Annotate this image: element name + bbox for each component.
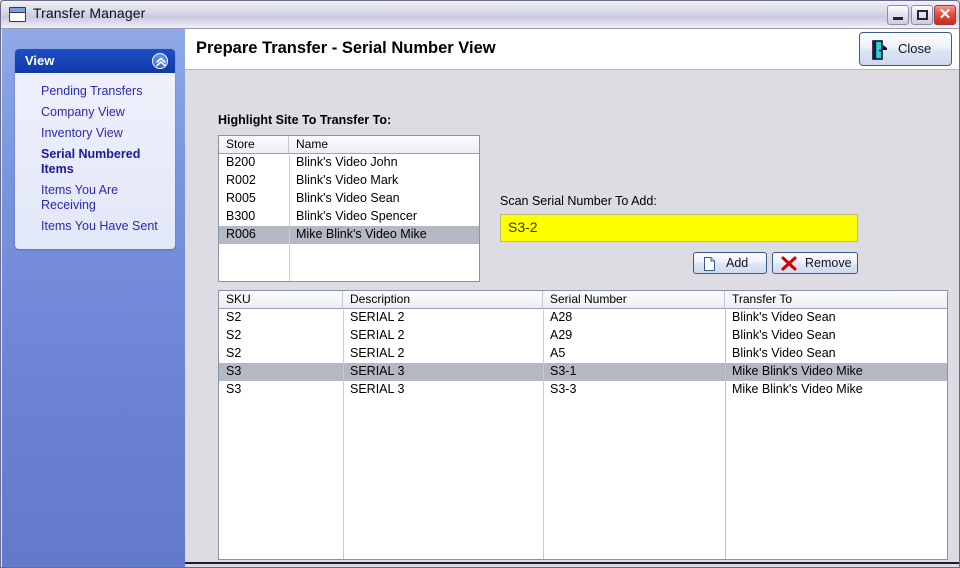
page-icon xyxy=(702,256,718,272)
maximize-icon xyxy=(917,10,928,20)
scan-serial-input[interactable]: S3-2 xyxy=(500,214,858,242)
close-button-label: Close xyxy=(898,41,932,56)
column-divider xyxy=(343,310,344,559)
column-divider xyxy=(289,155,290,281)
cell-description: SERIAL 2 xyxy=(350,310,405,324)
scan-serial-label: Scan Serial Number To Add: xyxy=(500,194,657,208)
serial-number-grid[interactable]: SKU Description Serial Number Transfer T… xyxy=(218,290,948,560)
page-title: Prepare Transfer - Serial Number View xyxy=(196,39,496,57)
cell-store: R006 xyxy=(226,227,256,241)
table-row[interactable]: S2 SERIAL 2 A5 Blink's Video Sean xyxy=(219,345,947,363)
grid-column-header-sku: SKU xyxy=(219,291,343,308)
cell-store: B200 xyxy=(226,155,256,169)
cell-serial: A29 xyxy=(550,328,573,342)
chevron-double-up-icon[interactable] xyxy=(152,53,168,69)
cell-serial: S3-1 xyxy=(550,364,577,378)
close-icon: ✕ xyxy=(938,6,952,23)
cell-transfer-to: Blink's Video Sean xyxy=(732,328,836,342)
content-area: Prepare Transfer - Serial Number View Cl… xyxy=(185,29,959,567)
remove-button-label: Remove xyxy=(805,256,852,270)
cell-description: SERIAL 2 xyxy=(350,346,405,360)
cell-store: R002 xyxy=(226,173,256,187)
grid-column-header-serial-number: Serial Number xyxy=(543,291,725,308)
grid-column-header-transfer-to: Transfer To xyxy=(732,292,793,306)
cell-sku: S2 xyxy=(226,310,242,324)
sidebar-item-company-view[interactable]: Company View xyxy=(15,102,175,123)
cell-transfer-to: Mike Blink's Video Mike xyxy=(732,382,863,396)
form-panel: Highlight Site To Transfer To: Store Nam… xyxy=(185,70,959,567)
add-button-label: Add xyxy=(726,256,749,270)
grid-header: SKU Description Serial Number Transfer T… xyxy=(219,291,947,309)
column-divider xyxy=(543,310,544,559)
title-bar: Transfer Manager ✕ xyxy=(1,1,959,29)
cell-name: Blink's Video Spencer xyxy=(296,209,417,223)
table-row-selected[interactable]: S3 SERIAL 3 S3-1 Mike Blink's Video Mike xyxy=(219,363,947,381)
sidebar-item-items-you-have-sent[interactable]: Items You Have Sent xyxy=(15,216,175,237)
remove-button[interactable]: Remove xyxy=(772,252,858,274)
cell-name: Blink's Video John xyxy=(296,155,398,169)
table-row[interactable]: S2 SERIAL 2 A28 Blink's Video Sean xyxy=(219,309,947,327)
store-table-header: Store Name xyxy=(219,136,479,154)
cell-sku: S2 xyxy=(226,346,242,360)
table-row[interactable]: R002 Blink's Video Mark xyxy=(219,172,479,190)
minimize-button[interactable] xyxy=(887,5,909,25)
cell-sku: S2 xyxy=(226,328,242,342)
grid-column-header-description: Description xyxy=(343,291,543,308)
window-title: Transfer Manager xyxy=(33,5,146,21)
sidebar-item-pending-transfers[interactable]: Pending Transfers xyxy=(15,81,175,102)
sidebar: View Pending Transfers Company View Inve… xyxy=(2,29,185,567)
cell-name: Mike Blink's Video Mike xyxy=(296,227,427,241)
view-panel-body: Pending Transfers Company View Inventory… xyxy=(15,73,175,249)
cell-store: R005 xyxy=(226,191,256,205)
sidebar-item-inventory-view[interactable]: Inventory View xyxy=(15,123,175,144)
minimize-icon xyxy=(893,17,903,20)
cell-transfer-to: Blink's Video Sean xyxy=(732,310,836,324)
view-panel-title: View xyxy=(25,53,55,68)
table-row[interactable]: B300 Blink's Video Spencer xyxy=(219,208,479,226)
store-column-header-store: Store xyxy=(219,136,289,153)
highlight-site-label: Highlight Site To Transfer To: xyxy=(218,113,392,127)
application-window: Transfer Manager ✕ View Pending Transfer… xyxy=(0,0,960,568)
table-row-selected[interactable]: R006 Mike Blink's Video Mike xyxy=(219,226,479,244)
cell-description: SERIAL 3 xyxy=(350,382,405,396)
cell-sku: S3 xyxy=(226,382,242,396)
sidebar-item-items-you-are-receiving[interactable]: Items You Are Receiving xyxy=(15,180,175,216)
cell-store: B300 xyxy=(226,209,256,223)
cell-name: Blink's Video Sean xyxy=(296,191,400,205)
maximize-button[interactable] xyxy=(911,5,933,25)
exit-door-icon xyxy=(870,40,889,60)
scan-serial-value: S3-2 xyxy=(508,219,538,235)
store-column-header-name: Name xyxy=(296,137,329,151)
cell-serial: A5 xyxy=(550,346,566,360)
table-row[interactable]: B200 Blink's Video John xyxy=(219,154,479,172)
column-divider xyxy=(725,310,726,559)
cell-name: Blink's Video Mark xyxy=(296,173,399,187)
panel-bottom-border xyxy=(185,562,959,564)
table-row[interactable]: S3 SERIAL 3 S3-3 Mike Blink's Video Mike xyxy=(219,381,947,399)
cell-transfer-to: Blink's Video Sean xyxy=(732,346,836,360)
close-button[interactable]: Close xyxy=(859,32,952,66)
cell-description: SERIAL 2 xyxy=(350,328,405,342)
content-header: Prepare Transfer - Serial Number View Cl… xyxy=(185,29,959,70)
cell-sku: S3 xyxy=(226,364,242,378)
view-panel: View Pending Transfers Company View Inve… xyxy=(15,49,175,249)
store-table[interactable]: Store Name B200 Blink's Video John R002 … xyxy=(218,135,480,282)
window-icon xyxy=(9,7,26,22)
sidebar-item-serial-numbered-items[interactable]: Serial Numbered Items xyxy=(15,144,175,180)
add-button[interactable]: Add xyxy=(693,252,767,274)
cell-serial: A28 xyxy=(550,310,573,324)
table-row[interactable]: S2 SERIAL 2 A29 Blink's Video Sean xyxy=(219,327,947,345)
cell-transfer-to: Mike Blink's Video Mike xyxy=(732,364,863,378)
table-row[interactable]: R005 Blink's Video Sean xyxy=(219,190,479,208)
window-close-button[interactable]: ✕ xyxy=(934,5,956,25)
cell-serial: S3-3 xyxy=(550,382,577,396)
red-x-icon xyxy=(781,256,797,272)
view-panel-header: View xyxy=(15,49,175,73)
cell-description: SERIAL 3 xyxy=(350,364,405,378)
